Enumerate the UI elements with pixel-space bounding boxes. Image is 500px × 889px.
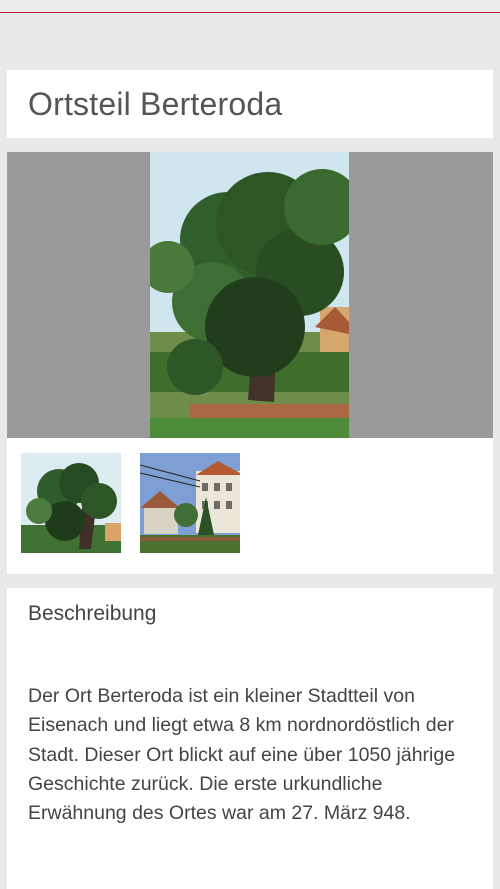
oak-tree-thumbnail	[21, 453, 121, 553]
description-heading: Beschreibung	[28, 602, 157, 625]
main-image-viewer[interactable]	[7, 152, 493, 438]
title-card: Ortsteil Berteroda	[7, 70, 493, 138]
thumbnail-village-house[interactable]	[140, 453, 240, 553]
app-top-bar	[0, 0, 500, 13]
oak-tree-photo	[150, 152, 349, 438]
thumbnail-oak-tree[interactable]	[21, 453, 121, 553]
village-house-thumbnail	[140, 453, 240, 553]
description-card: Beschreibung Der Ort Berteroda ist ein k…	[7, 588, 493, 889]
page-title: Ortsteil Berteroda	[28, 86, 283, 122]
description-text: Der Ort Berteroda ist ein kleiner Stadtt…	[28, 685, 456, 825]
image-gallery	[7, 152, 493, 574]
